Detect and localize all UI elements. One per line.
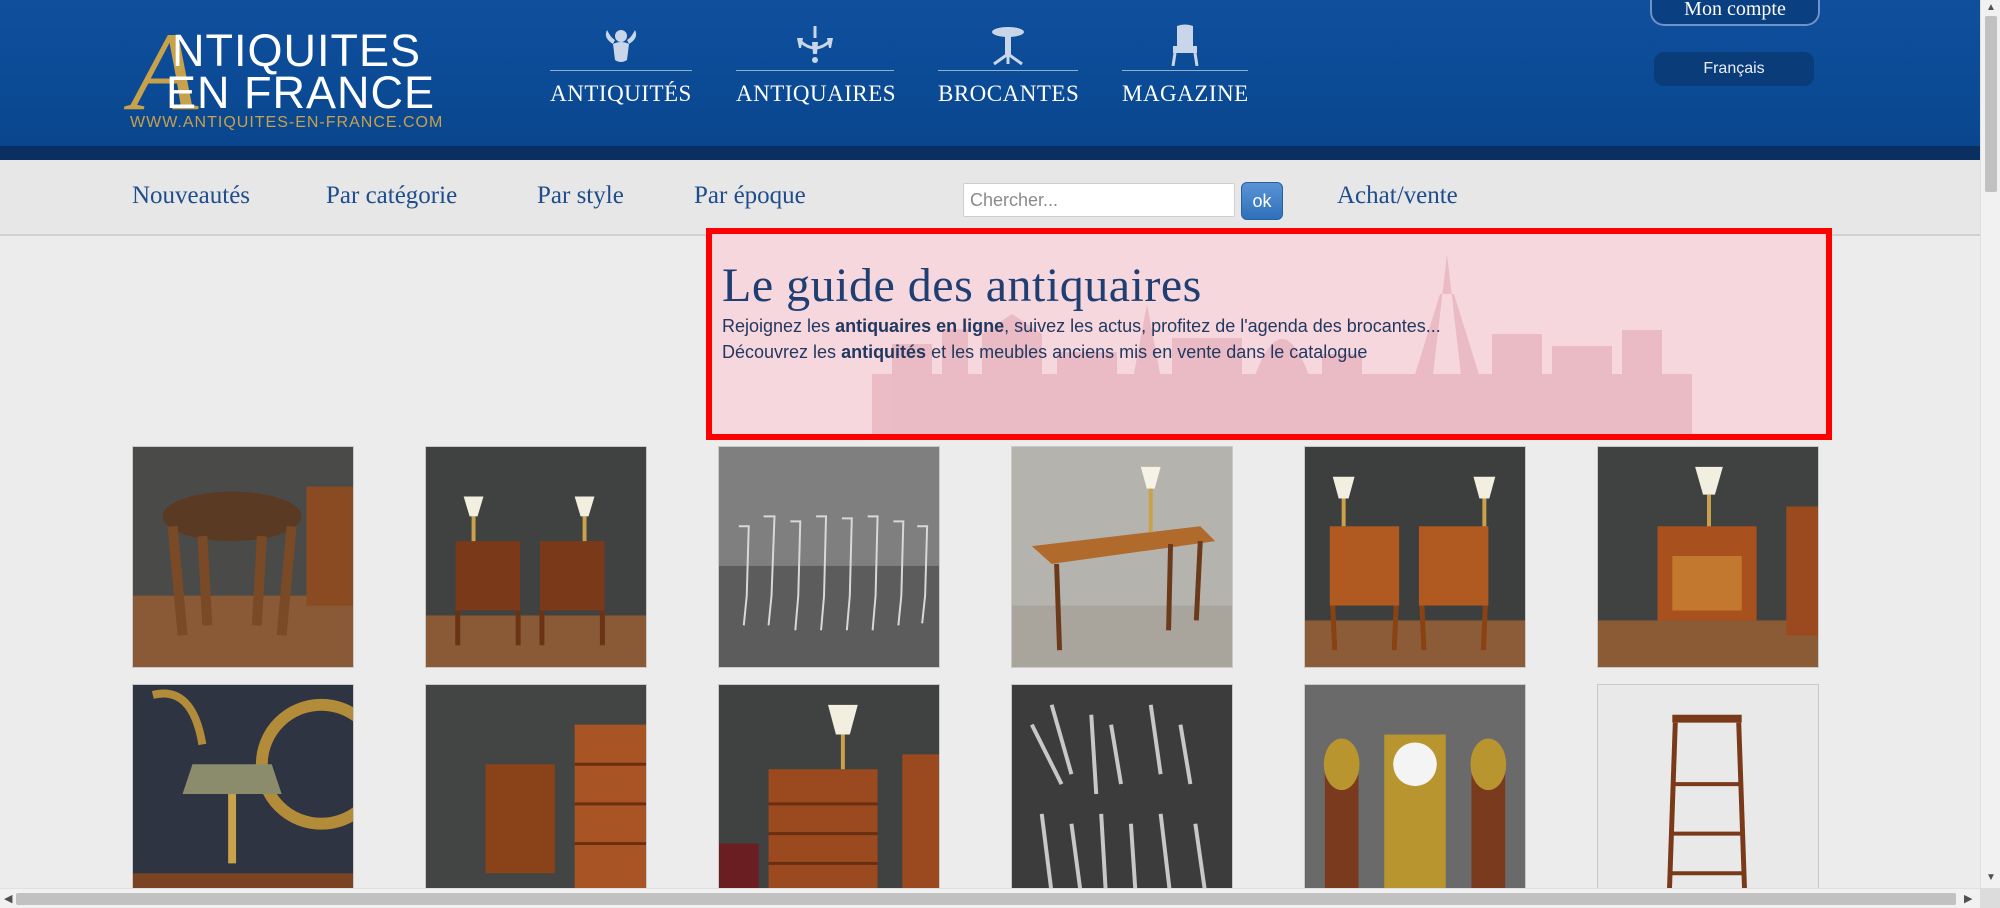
product-thumbnail[interactable] xyxy=(1011,446,1233,668)
clock-garniture-photo xyxy=(1305,685,1525,905)
nav-brocantes[interactable]: BROCANTES xyxy=(938,24,1080,114)
site-logo[interactable]: A NTIQUITES EN FRANCE WWW.ANTIQUITES-EN-… xyxy=(130,16,444,134)
nav-label: ANTIQUAIRES xyxy=(736,81,897,106)
nav-antiquaires[interactable]: ANTIQUAIRES xyxy=(736,24,897,114)
search-button[interactable]: ok xyxy=(1241,182,1283,220)
shelf-stand-photo xyxy=(1598,685,1818,905)
bouillotte-lamp-photo xyxy=(133,685,353,905)
search-input[interactable] xyxy=(963,183,1235,217)
scroll-up-icon[interactable]: ▲ xyxy=(1986,2,1996,13)
vertical-scrollbar[interactable]: ▲ ▼ xyxy=(1980,0,2000,888)
horizontal-scroll-thumb[interactable] xyxy=(16,893,1956,905)
chandelier-icon xyxy=(797,26,833,63)
product-thumbnail[interactable] xyxy=(425,684,647,906)
nightstands-photo xyxy=(1305,447,1525,667)
nav-rule xyxy=(938,70,1078,71)
nav-label: MAGAZINE xyxy=(1122,81,1249,106)
product-thumbnail[interactable] xyxy=(1011,684,1233,906)
nav-rule xyxy=(550,70,692,71)
hero-title: Le guide des antiquaires xyxy=(722,259,1202,312)
armchair-icon xyxy=(1171,24,1199,66)
subnav-par-style[interactable]: Par style xyxy=(537,182,624,210)
scrollbar-corner xyxy=(1980,888,2000,908)
scroll-down-icon[interactable]: ▼ xyxy=(1986,872,1996,883)
site-header: A NTIQUITES EN FRANCE WWW.ANTIQUITES-EN-… xyxy=(0,0,1980,160)
nav-magazine[interactable]: MAGAZINE xyxy=(1122,24,1248,114)
nav-label: ANTIQUITÉS xyxy=(550,81,692,106)
chest-of-drawers-photo xyxy=(719,685,939,905)
logo-url: WWW.ANTIQUITES-EN-FRANCE.COM xyxy=(130,114,444,131)
antiquaires-en-ligne-link[interactable]: antiquaires en ligne xyxy=(835,316,1004,336)
hero-line-2: Découvrez les antiquités et les meubles … xyxy=(722,342,1367,363)
hero-banner: Le guide des antiquaires Rejoignez les a… xyxy=(706,228,1832,440)
writing-desk-photo xyxy=(1012,447,1232,667)
product-thumbnail[interactable] xyxy=(1304,684,1526,906)
subnav-par-epoque[interactable]: Par époque xyxy=(694,182,806,210)
hero-text: Découvrez les xyxy=(722,342,842,362)
pedestal-table-icon xyxy=(992,27,1024,66)
hero-text: et les meubles anciens mis en vente dans… xyxy=(926,342,1368,362)
scroll-left-icon[interactable]: ◀ xyxy=(4,892,12,905)
nav-rule xyxy=(736,70,894,71)
logo-line-2: EN FRANCE xyxy=(166,67,436,118)
bedside-tables-photo xyxy=(426,447,646,667)
antiquites-link[interactable]: antiquités xyxy=(841,342,926,362)
subnav-nouveautes[interactable]: Nouveautés xyxy=(132,182,250,210)
nav-rule xyxy=(1122,70,1248,71)
product-thumbnail[interactable] xyxy=(425,446,647,668)
subnav-par-categorie[interactable]: Par catégorie xyxy=(326,182,457,210)
side-table-photo xyxy=(426,685,646,905)
product-thumbnail[interactable] xyxy=(718,446,940,668)
silverware-photo xyxy=(1012,685,1232,905)
account-button[interactable]: Mon compte xyxy=(1650,0,1820,26)
product-thumbnail[interactable] xyxy=(1597,446,1819,668)
hero-text: Rejoignez les xyxy=(722,316,836,336)
nav-antiquites[interactable]: ANTIQUITÉS xyxy=(550,24,692,114)
stool-photo xyxy=(133,447,353,667)
product-thumbnail[interactable] xyxy=(1597,684,1819,906)
language-selector[interactable]: Français xyxy=(1654,52,1814,86)
cherub-icon xyxy=(605,30,637,62)
nav-label: BROCANTES xyxy=(938,81,1080,106)
crystal-glasses-photo xyxy=(719,447,939,667)
hero-line-1: Rejoignez les antiquaires en ligne, suiv… xyxy=(722,316,1441,337)
scroll-right-icon[interactable]: ▶ xyxy=(1964,892,1972,905)
vertical-scroll-thumb[interactable] xyxy=(1985,16,1997,192)
product-thumbnail[interactable] xyxy=(718,684,940,906)
product-thumbnail[interactable] xyxy=(132,684,354,906)
marquetry-table-photo xyxy=(1598,447,1818,667)
horizontal-scrollbar[interactable]: ◀ ▶ xyxy=(0,888,1980,908)
product-thumbnail[interactable] xyxy=(132,446,354,668)
subnav-achat-vente[interactable]: Achat/vente xyxy=(1337,182,1458,210)
product-thumbnail[interactable] xyxy=(1304,446,1526,668)
hero-text: , suivez les actus, profitez de l'agenda… xyxy=(1004,316,1441,336)
